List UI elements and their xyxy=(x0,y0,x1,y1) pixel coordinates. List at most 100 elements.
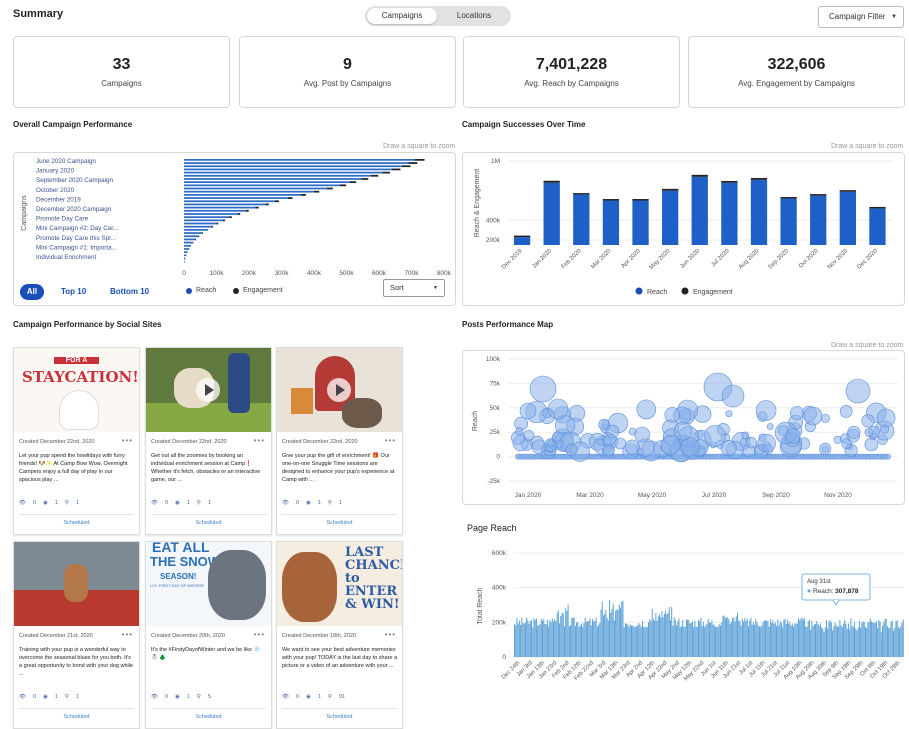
x-tick-label: Jan 2020 xyxy=(515,492,542,499)
reach-bar xyxy=(860,628,861,657)
reach-bar xyxy=(833,626,834,657)
reach-bar xyxy=(576,622,577,657)
reach-bar xyxy=(832,630,833,657)
x-tick-label: Apr 2020 xyxy=(620,248,642,270)
tab-locations[interactable]: Locations xyxy=(439,8,509,24)
reach-count: 1 xyxy=(55,694,58,700)
reach-bar xyxy=(184,181,350,183)
tooltip-label: Reach: xyxy=(813,588,834,595)
filter-all-button[interactable]: All xyxy=(20,284,44,300)
reach-bar xyxy=(554,619,555,657)
tab-campaigns[interactable]: Campaigns xyxy=(367,8,437,24)
reach-bar xyxy=(722,616,723,657)
post-card[interactable]: LASTCHANCEtoENTER& WIN!Created December … xyxy=(276,541,403,729)
y-tick-label: -25k xyxy=(487,478,500,485)
reach-bar xyxy=(644,627,645,657)
reach-bar xyxy=(184,191,314,193)
engagement-bar xyxy=(327,188,333,190)
section-title-social: Campaign Performance by Social Sites xyxy=(13,320,162,329)
y-tick-label: 100k xyxy=(486,356,501,363)
more-options-icon[interactable]: ••• xyxy=(254,630,265,639)
reach-bar xyxy=(771,623,772,657)
reach-bar xyxy=(658,616,659,657)
reach-bar xyxy=(184,200,275,202)
view-toggle: Campaigns Locations xyxy=(365,6,511,26)
banner-foot: U.S. FIRST DAY OF WINTER! xyxy=(150,583,204,588)
filter-bottom10-button[interactable]: Bottom 10 xyxy=(110,287,149,296)
page-reach-chart[interactable]: Total Reach600k400k200k0Dec 24thJan 3rdJ… xyxy=(462,540,909,728)
more-options-icon[interactable]: ••• xyxy=(385,436,396,445)
reach-bar xyxy=(601,610,602,657)
reach-bar xyxy=(579,627,580,657)
reach-bar xyxy=(184,197,288,199)
reach-bar xyxy=(662,191,678,245)
post-status[interactable]: Scheduled xyxy=(277,714,402,720)
y-axis-label: Reach & Engagement xyxy=(474,169,481,238)
kpi-label: Avg. Reach by Campaigns xyxy=(464,79,679,88)
post-date: Created December 22nd, 2020 xyxy=(282,439,358,445)
reach-bar xyxy=(184,210,246,212)
post-card[interactable]: Created December 22nd, 2020•••Give your … xyxy=(276,347,403,535)
post-status[interactable]: Scheduled xyxy=(277,520,402,526)
reach-bar xyxy=(739,621,740,657)
reach-bar xyxy=(672,625,673,657)
y-axis-label: Reach xyxy=(472,411,479,431)
reach-bar xyxy=(537,626,538,657)
post-card[interactable]: FOR ASTAYCATION!Created December 22nd, 2… xyxy=(13,347,140,535)
post-stats: 👁0◉1⚲91 xyxy=(282,694,352,700)
scatter-point xyxy=(566,444,577,455)
reach-bar xyxy=(744,618,745,657)
x-tick-label: May 2020 xyxy=(649,248,672,271)
post-status[interactable]: Scheduled xyxy=(14,714,139,720)
more-options-icon[interactable]: ••• xyxy=(122,436,133,445)
post-card[interactable]: Created December 22nd, 2020•••Get out al… xyxy=(145,347,272,535)
reach-bar xyxy=(518,624,519,657)
y-tick-label: 600k xyxy=(492,550,507,557)
reach-bar xyxy=(877,628,878,657)
reach-bar xyxy=(777,619,778,657)
more-options-icon[interactable]: ••• xyxy=(122,630,133,639)
more-options-icon[interactable]: ••• xyxy=(385,630,396,639)
reach-bar xyxy=(613,604,614,657)
reach-bar xyxy=(788,624,789,657)
filter-top10-button[interactable]: Top 10 xyxy=(61,287,86,296)
post-image: LASTCHANCEtoENTER& WIN! xyxy=(277,542,402,626)
reach-bar xyxy=(850,619,851,657)
posts-performance-map[interactable]: Reach100k75k50k25k0-25kJan 2020Mar 2020M… xyxy=(463,351,906,506)
post-status[interactable]: Scheduled xyxy=(146,520,271,526)
reach-bar xyxy=(582,627,583,657)
play-icon[interactable] xyxy=(327,378,351,402)
reach-count: 1 xyxy=(187,694,190,700)
reach-bar xyxy=(657,621,658,657)
reach-bar xyxy=(707,624,708,657)
reach-bar xyxy=(184,216,230,218)
x-tick-label: Feb 2020 xyxy=(561,248,584,271)
reach-bar xyxy=(749,620,750,657)
reach-bar xyxy=(775,622,776,657)
sort-dropdown[interactable]: Sort ▼ xyxy=(383,279,445,297)
play-icon[interactable] xyxy=(196,378,220,402)
y-tick-label: 50k xyxy=(490,405,501,412)
post-card[interactable]: Created December 21st, 2020•••Training w… xyxy=(13,541,140,729)
post-status[interactable]: Scheduled xyxy=(146,714,271,720)
reach-bar xyxy=(830,620,831,657)
reach-bar xyxy=(859,621,860,657)
reach-bar xyxy=(184,219,223,221)
campaign-filter-dropdown[interactable]: Campaign Filter ▼ xyxy=(818,6,904,28)
reach-bar xyxy=(760,627,761,657)
scatter-point xyxy=(530,376,556,402)
scatter-point xyxy=(742,432,749,439)
reach-bar xyxy=(608,621,609,657)
reach-bar xyxy=(621,602,622,657)
reach-bar xyxy=(783,620,784,657)
scatter-point xyxy=(746,437,757,448)
post-status[interactable]: Scheduled xyxy=(14,520,139,526)
post-card[interactable]: EAT ALLTHE SNOWSEASON!U.S. FIRST DAY OF … xyxy=(145,541,272,729)
reach-bar xyxy=(564,626,565,657)
engagement-bar xyxy=(361,178,368,180)
successes-chart[interactable]: Reach & Engagement1M400k200kDec 2019Jan … xyxy=(463,153,906,307)
reach-bar xyxy=(791,626,792,657)
floor-shape xyxy=(146,403,271,432)
reach-bar xyxy=(588,621,589,657)
more-options-icon[interactable]: ••• xyxy=(254,436,265,445)
